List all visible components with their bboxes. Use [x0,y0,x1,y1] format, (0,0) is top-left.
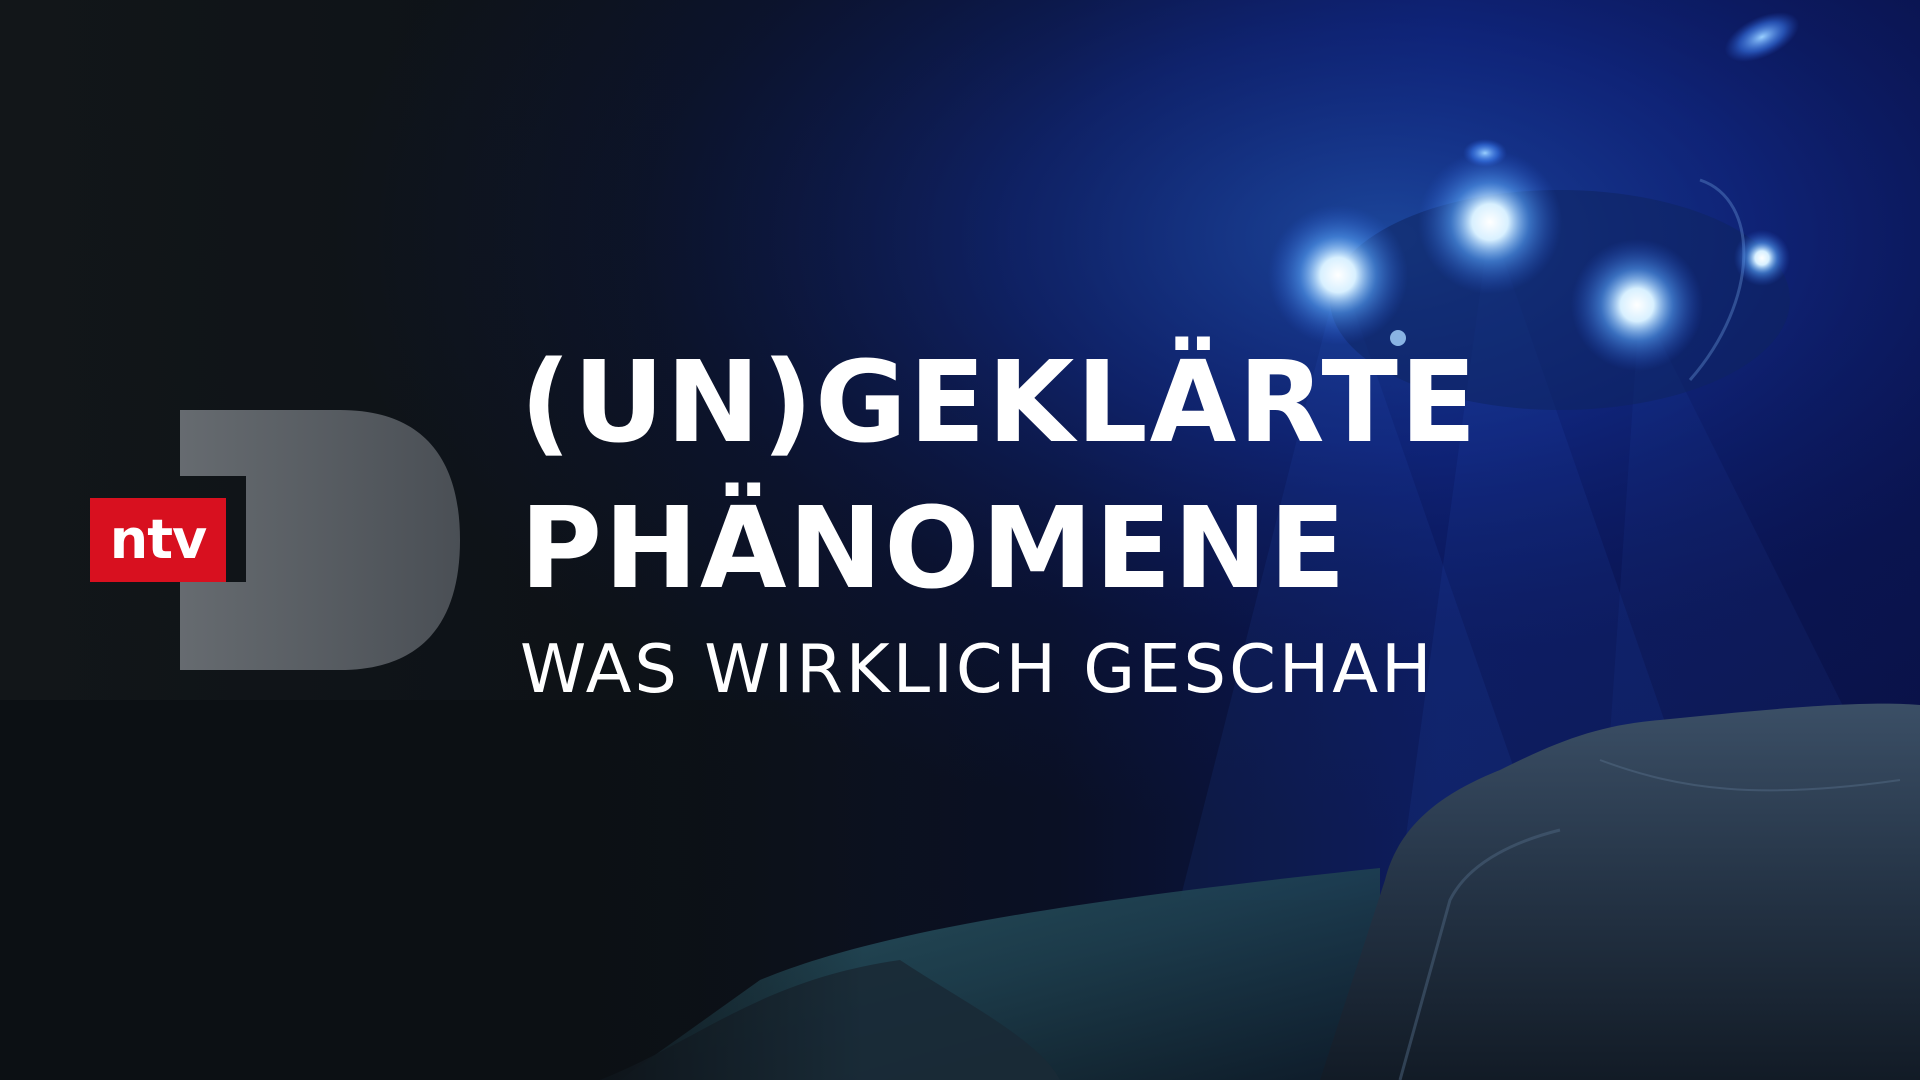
key-art: ntv (UN)GEKLÄRTE PHÄNOMENE WAS WIRKLICH … [0,0,1920,1080]
ntv-logo-text: ntv [109,508,207,571]
title-block: (UN)GEKLÄRTE PHÄNOMENE WAS WIRKLICH GESC… [520,330,1620,714]
title-line-2: PHÄNOMENE [520,484,1348,614]
subtitle: WAS WIRKLICH GESCHAH [520,630,1435,708]
ntv-logo: ntv [90,498,226,582]
title-line-1: (UN)GEKLÄRTE [520,338,1479,468]
